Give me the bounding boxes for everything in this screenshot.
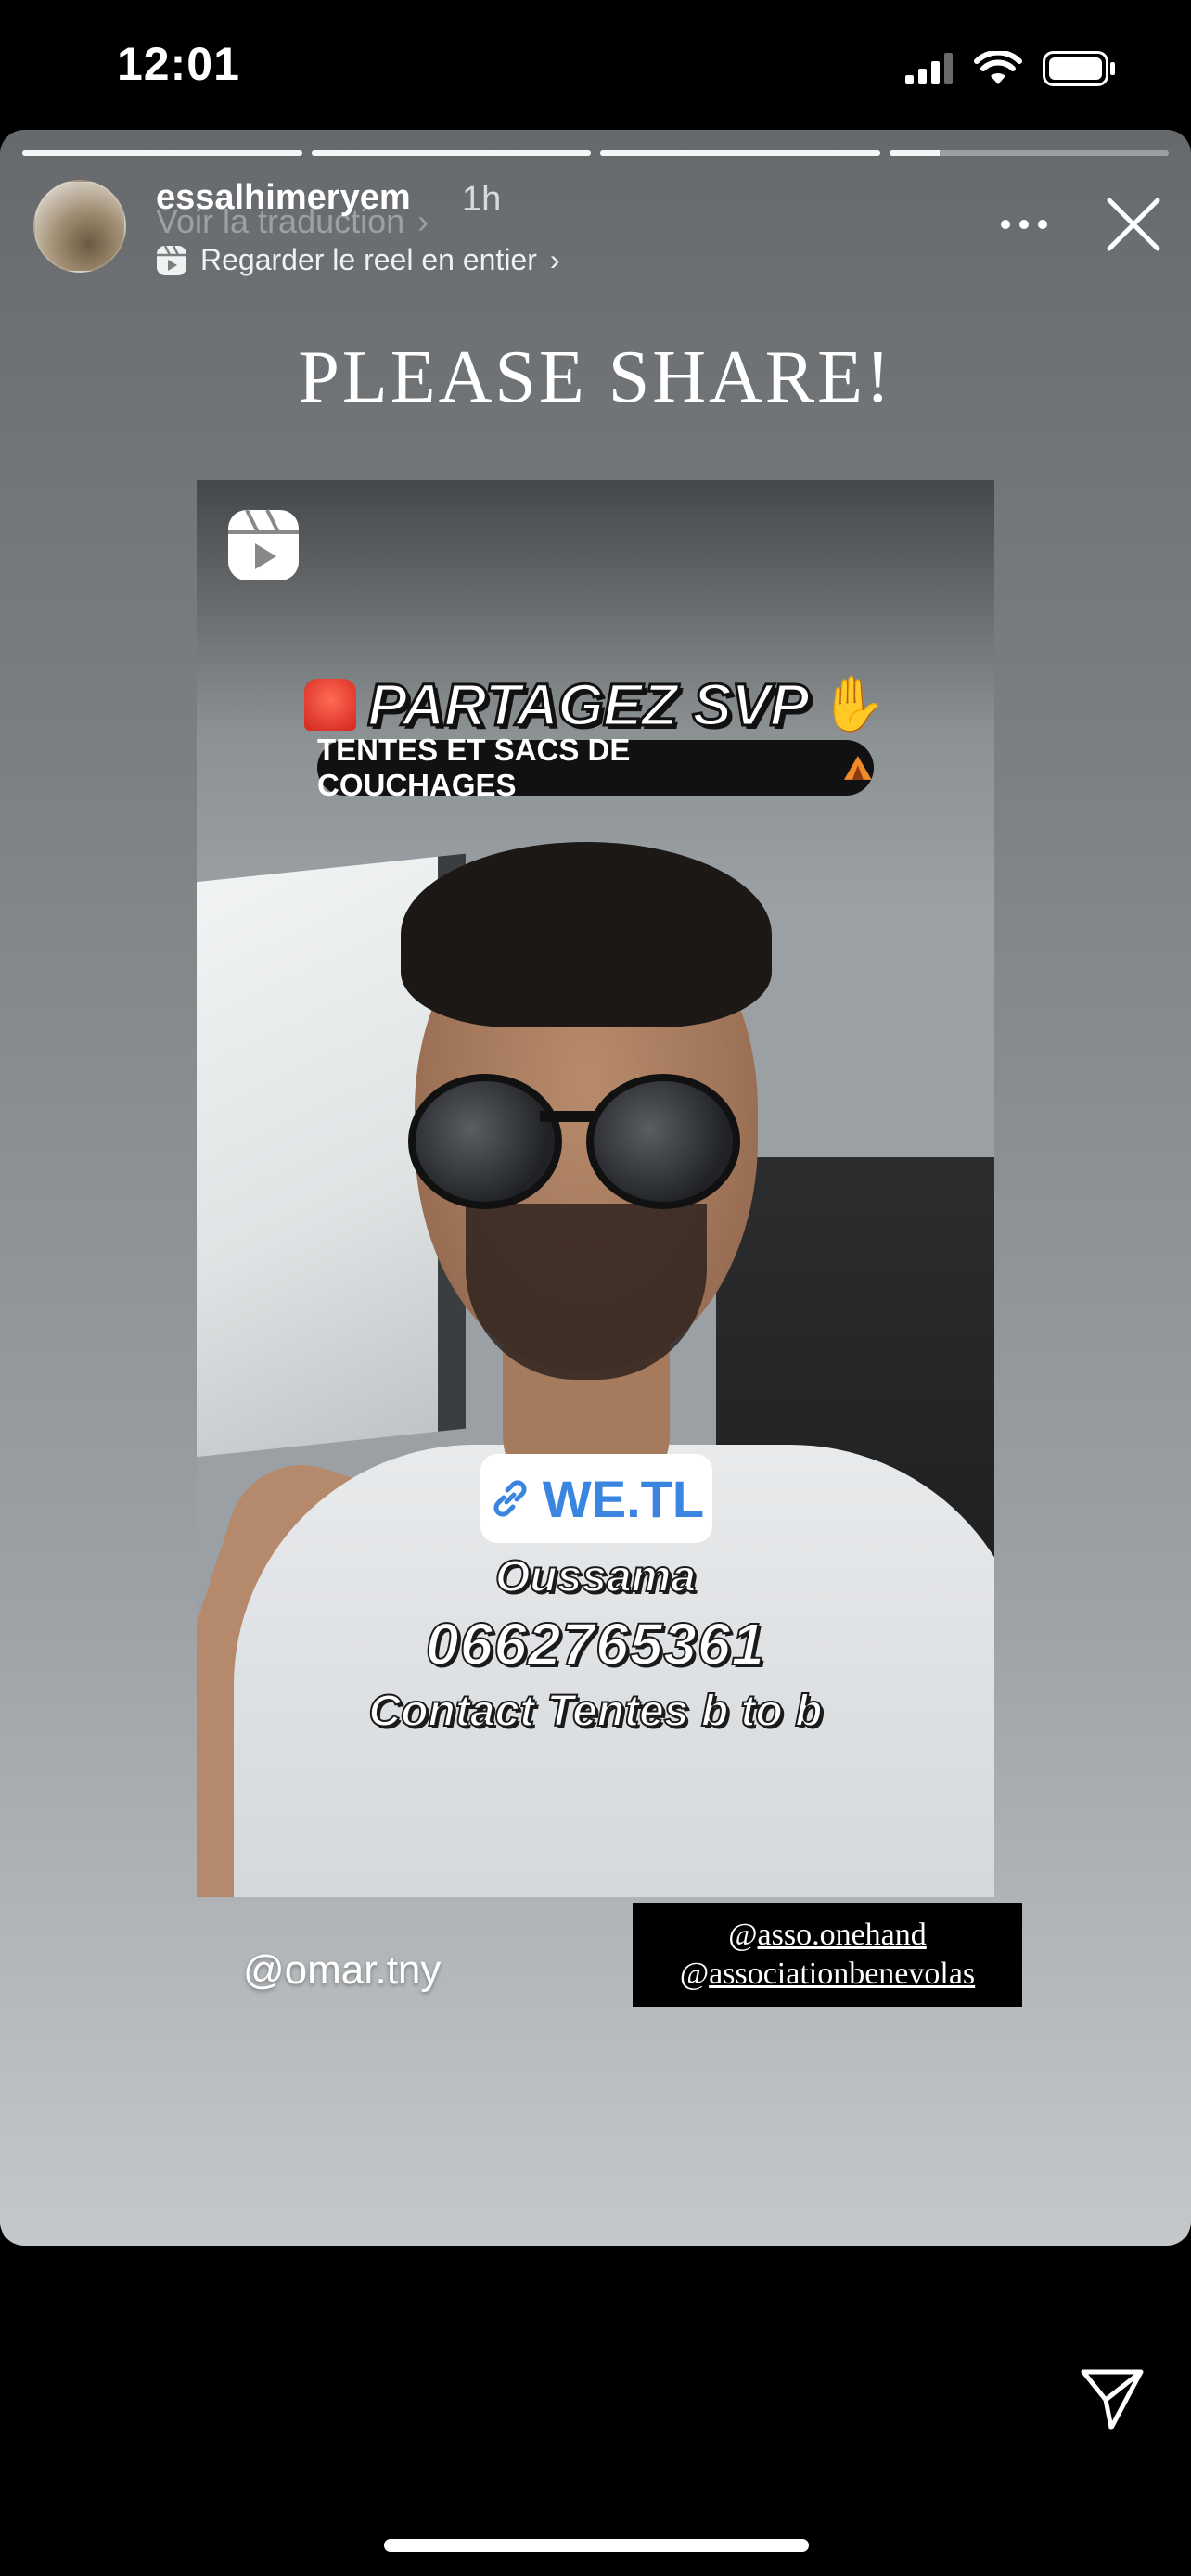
- mention-2[interactable]: @associationbenevolas: [680, 1955, 975, 1995]
- person-beard: [466, 1204, 707, 1380]
- close-icon[interactable]: [1104, 195, 1163, 254]
- praying-hands-icon: ✋: [819, 674, 887, 734]
- reel-headline: PARTAGEZ SVP: [366, 670, 811, 740]
- status-icons: [905, 48, 1117, 89]
- battery-icon: [1043, 51, 1115, 86]
- mention-1-text: asso.onehand: [757, 1917, 927, 1952]
- story-progress-fill: [311, 150, 591, 156]
- story-progress-fill: [889, 150, 940, 156]
- story-title: PLEASE SHARE!: [298, 337, 893, 418]
- shared-reel-preview[interactable]: PARTAGEZ SVP ✋ TENTES ET SACS DE COUCHAG…: [197, 480, 994, 1897]
- author-username[interactable]: essalhimeryem: [156, 178, 411, 218]
- chevron-right-icon: ›: [417, 202, 429, 240]
- reel-icon: [228, 509, 299, 580]
- headline-row: PARTAGEZ SVP ✋: [197, 670, 994, 740]
- link-sticker-label: WE.TL: [542, 1469, 705, 1528]
- sunglasses-left-lens: [408, 1074, 562, 1209]
- status-time: 12:01: [117, 38, 240, 90]
- mention-2-text: associationbenevolas: [709, 1957, 976, 1991]
- siren-icon: [304, 679, 357, 731]
- link-icon: [493, 1480, 527, 1517]
- more-icon[interactable]: [996, 213, 1052, 236]
- story-progress-segment: [22, 150, 302, 156]
- reel-pill: TENTES ET SACS DE COUCHAGES: [317, 733, 874, 802]
- link-sticker[interactable]: WE.TL: [480, 1454, 712, 1543]
- sunglasses-bridge: [540, 1111, 596, 1122]
- home-indicator[interactable]: [384, 2539, 809, 2552]
- sunglasses-right-lens: [586, 1074, 740, 1209]
- overlay-contact: Contact Tentes b to b: [368, 1686, 824, 1737]
- author-avatar[interactable]: [33, 180, 126, 273]
- tent-icon: [844, 756, 873, 780]
- person-hair: [401, 842, 772, 1027]
- story-progress-fill: [600, 150, 880, 156]
- watch-full-reel-label: Regarder le reel en entier: [200, 243, 537, 276]
- overlay-name: Oussama: [494, 1551, 697, 1602]
- wifi-icon: [974, 51, 1022, 84]
- mentions-box: @asso.onehand @associationbenevolas: [633, 1903, 1022, 2007]
- story-progress: [22, 150, 1169, 156]
- reel-pill-text: TENTES ET SACS DE COUCHAGES: [317, 733, 631, 802]
- mention-1[interactable]: @asso.onehand: [728, 1916, 927, 1956]
- send-icon[interactable]: [1078, 2365, 1146, 2433]
- story-progress-segment: [600, 150, 880, 156]
- story-card[interactable]: Voir la traduction › essalhimeryem 1h Re…: [0, 130, 1191, 2246]
- reel-icon: [157, 244, 186, 275]
- post-time: 1h: [462, 180, 502, 219]
- chevron-right-icon: ›: [549, 243, 560, 276]
- status-bar: 12:01: [0, 0, 1191, 130]
- signal-icon: [905, 53, 953, 84]
- overlay-phone: 0662765361: [425, 1610, 765, 1678]
- story-progress-segment: [311, 150, 591, 156]
- story-progress-fill: [22, 150, 302, 156]
- mention-sticker-left[interactable]: @omar.tny: [243, 1947, 441, 1994]
- watch-full-reel-link[interactable]: Regarder le reel en entier ›: [156, 243, 560, 277]
- story-progress-segment: [889, 150, 1169, 156]
